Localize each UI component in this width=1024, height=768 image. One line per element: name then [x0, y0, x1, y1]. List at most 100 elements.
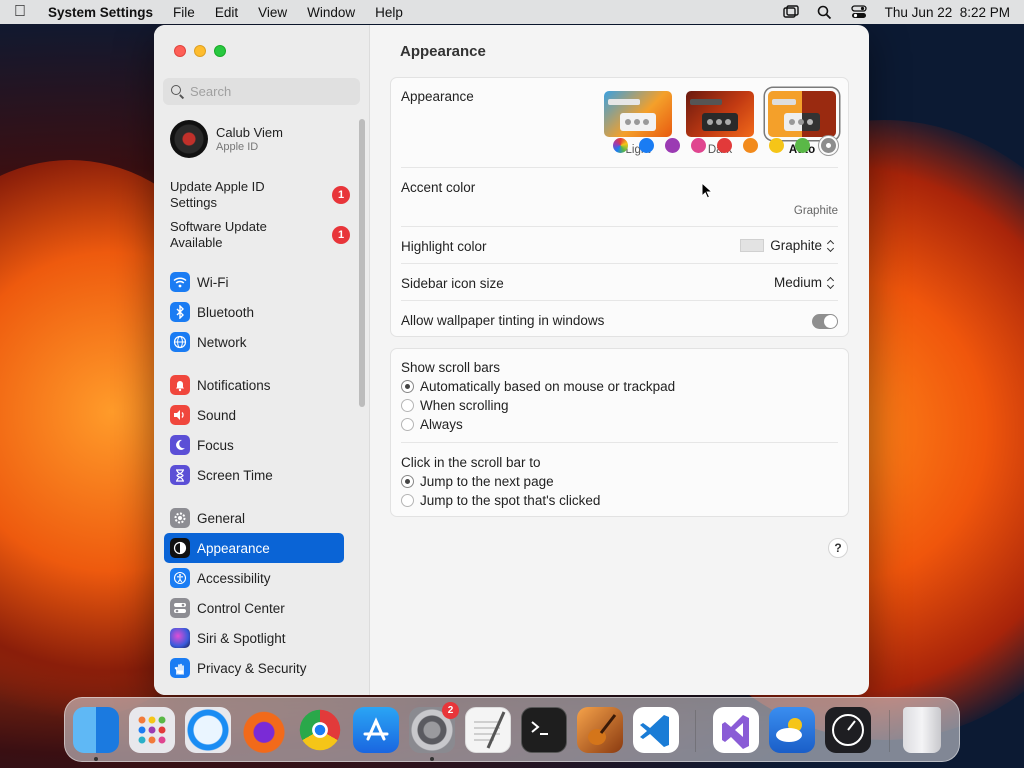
highlight-color-label: Highlight color	[401, 239, 487, 254]
accent-swatch-red[interactable]	[717, 138, 732, 153]
textedit-icon[interactable]	[465, 707, 511, 753]
spotlight-search-icon[interactable]	[817, 5, 833, 20]
sidebar: Search Calub Viem Apple ID Update Apple …	[154, 25, 370, 695]
accent-swatch-multicolor[interactable]	[613, 138, 628, 153]
sidebar-item-privacy-security[interactable]: Privacy & Security	[164, 653, 344, 683]
activity-monitor-icon[interactable]	[825, 707, 871, 753]
apple-id-account[interactable]: Calub Viem Apple ID	[170, 120, 283, 158]
radio-label: Jump to the next page	[420, 474, 554, 489]
sidebar-icon-size-value: Medium	[773, 275, 822, 290]
accent-swatch-blue[interactable]	[639, 138, 654, 153]
sidebar-item-sound[interactable]: Sound	[164, 400, 344, 430]
account-name: Calub Viem	[216, 125, 283, 140]
vscode-icon[interactable]	[633, 707, 679, 753]
scroll-bars-auto-radio[interactable]: Automatically based on mouse or trackpad	[401, 379, 675, 394]
sidebar-item-label: Accessibility	[197, 570, 271, 586]
globe-icon	[170, 332, 190, 352]
accent-swatch-pink[interactable]	[691, 138, 706, 153]
divider	[401, 226, 838, 227]
wifi-icon	[170, 272, 190, 292]
app-store-icon[interactable]	[353, 707, 399, 753]
launchpad-icon[interactable]	[129, 707, 175, 753]
sidebar-item-label: General	[197, 510, 246, 526]
highlight-color-popup[interactable]: Graphite	[740, 238, 836, 253]
sidebar-item-notifications[interactable]: Notifications	[164, 370, 344, 400]
gear-icon	[170, 508, 190, 528]
highlight-color-value: Graphite	[770, 238, 822, 253]
chrome-icon[interactable]	[299, 709, 341, 751]
sidebar-item-wifi[interactable]: Wi-Fi	[164, 267, 344, 297]
radio-selected	[401, 475, 414, 488]
account-subtitle: Apple ID	[216, 141, 259, 153]
appearance-settings-card: Appearance Light Dark Auto Accent color	[390, 77, 849, 337]
notification-badge: 1	[332, 226, 350, 244]
firefox-icon[interactable]	[241, 707, 287, 753]
bell-icon	[170, 375, 190, 395]
radio-unselected	[401, 418, 414, 431]
garageband-icon[interactable]	[577, 707, 623, 753]
apple-menu-icon[interactable]: 	[14, 4, 30, 20]
zoom-button[interactable]	[214, 45, 226, 57]
accent-swatch-green[interactable]	[795, 138, 810, 153]
appearance-auto-option[interactable]	[768, 91, 836, 137]
notice-label: Update Apple ID Settings	[170, 179, 265, 210]
software-update-notice[interactable]: Software Update Available 1	[170, 219, 350, 251]
accent-swatch-yellow[interactable]	[769, 138, 784, 153]
running-indicator	[430, 757, 434, 761]
siri-icon	[170, 628, 190, 648]
wallpaper-tinting-toggle[interactable]	[812, 314, 838, 329]
menu-bar-clock[interactable]: Thu Jun 22 8:22 PM	[885, 5, 1010, 20]
accent-swatch-graphite[interactable]	[821, 138, 836, 153]
weather-icon[interactable]	[769, 707, 815, 753]
sidebar-item-appearance[interactable]: Appearance	[164, 533, 344, 563]
sidebar-item-accessibility[interactable]: Accessibility	[164, 563, 344, 593]
sidebar-item-control-center[interactable]: Control Center	[164, 593, 344, 623]
sidebar-item-focus[interactable]: Focus	[164, 430, 344, 460]
sidebar-item-label: Focus	[197, 437, 234, 453]
menu-view[interactable]: View	[258, 5, 287, 20]
update-apple-id-notice[interactable]: Update Apple ID Settings 1	[170, 179, 350, 211]
menu-app-name[interactable]: System Settings	[48, 5, 153, 20]
search-input[interactable]: Search	[163, 78, 360, 105]
jump-next-page-radio[interactable]: Jump to the next page	[401, 474, 554, 489]
menu-help[interactable]: Help	[375, 5, 403, 20]
minimize-button[interactable]	[194, 45, 206, 57]
finder-icon[interactable]	[73, 707, 119, 753]
running-indicator	[94, 757, 98, 761]
menu-window[interactable]: Window	[307, 5, 355, 20]
sidebar-item-screen-time[interactable]: Screen Time	[164, 460, 344, 490]
menu-file[interactable]: File	[173, 5, 195, 20]
help-button[interactable]: ?	[828, 538, 848, 558]
hourglass-icon	[170, 465, 190, 485]
screen-mirroring-icon[interactable]	[782, 5, 799, 19]
hand-icon	[170, 658, 190, 678]
trash-icon[interactable]	[903, 707, 941, 753]
control-center-icon[interactable]	[851, 5, 867, 19]
sidebar-icon-size-popup[interactable]: Medium	[774, 275, 836, 290]
jump-spot-clicked-radio[interactable]: Jump to the spot that's clicked	[401, 493, 600, 508]
accent-swatch-purple[interactable]	[665, 138, 680, 153]
sidebar-scrollbar[interactable]	[359, 119, 365, 407]
safari-icon[interactable]	[185, 707, 231, 753]
dock-separator	[889, 710, 890, 752]
accent-swatch-orange[interactable]	[743, 138, 758, 153]
sidebar-item-label: Appearance	[197, 540, 270, 556]
sidebar-item-general[interactable]: General	[164, 503, 344, 533]
sidebar-item-siri-spotlight[interactable]: Siri & Spotlight	[164, 623, 344, 653]
sidebar-item-network[interactable]: Network	[164, 327, 344, 357]
terminal-icon[interactable]	[521, 707, 567, 753]
system-settings-window: Search Calub Viem Apple ID Update Apple …	[154, 25, 869, 695]
sidebar-item-bluetooth[interactable]: Bluetooth	[164, 297, 344, 327]
notification-badge: 1	[332, 186, 350, 204]
scroll-bars-when-scrolling-radio[interactable]: When scrolling	[401, 398, 509, 413]
visual-studio-icon[interactable]	[713, 707, 759, 753]
sidebar-item-label: Bluetooth	[197, 304, 255, 320]
appearance-icon	[170, 538, 190, 558]
close-button[interactable]	[174, 45, 186, 57]
menu-edit[interactable]: Edit	[215, 5, 238, 20]
scroll-bars-always-radio[interactable]: Always	[401, 417, 463, 432]
dock: 2	[64, 697, 960, 762]
appearance-dark-option[interactable]	[686, 91, 754, 137]
appearance-light-option[interactable]	[604, 91, 672, 137]
scroll-bar-settings-card: Show scroll bars Automatically based on …	[390, 348, 849, 517]
